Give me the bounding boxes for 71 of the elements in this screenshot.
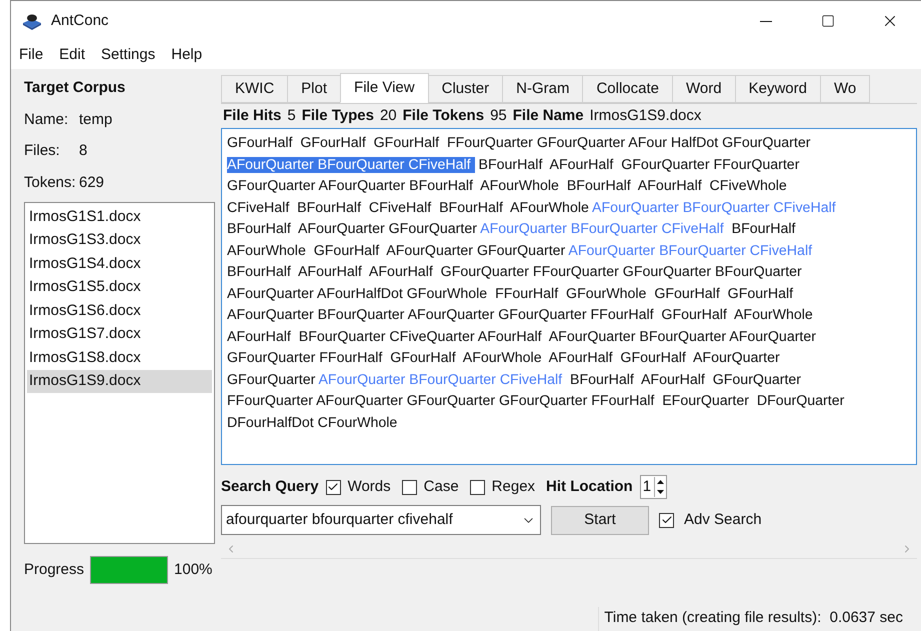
checkbox[interactable] xyxy=(470,480,485,494)
start-button[interactable]: Start xyxy=(551,506,649,534)
tab[interactable]: KWIC xyxy=(221,75,288,103)
file-text-line: FFourQuarter AFourQuarter GFourQuarter GFourQuarter FFourHalf EFourQuarter DFourQuarter xyxy=(227,392,846,411)
file-text-line: AFourQuarter AFourHalfDot GFourWhole FFourHalf GFourWhole GFourHalf GFourHalf xyxy=(227,284,794,304)
tab[interactable]: Cluster xyxy=(428,75,504,103)
tab[interactable]: Wo xyxy=(820,75,870,103)
file-text-line: GFourQuarter AFourQuarter BFourHalf AFourWhole BFourHalf AFourHalf CFiveWhole xyxy=(227,177,788,196)
checkbox[interactable] xyxy=(659,512,674,528)
file-text-line: AFourWhole GFourHalf AFourQuarter GFourQuarter AFourQuarter BFourQuarter CFiveHalf xyxy=(227,242,814,260)
stat-value: 95 xyxy=(490,106,507,126)
field-value: 8 xyxy=(79,141,88,161)
field-value: temp xyxy=(79,110,112,130)
check-icon xyxy=(660,514,672,526)
corpus-heading: Target Corpus xyxy=(24,78,126,98)
check-icon xyxy=(327,481,340,493)
field-label: Files: xyxy=(24,141,61,161)
file-text-line: AFourHalf BFourQuarter CFiveQuarter AFourHalf AFourQuarter BFourQuarter AFourQuarter xyxy=(227,328,817,346)
file-text-line: GFourHalf GFourHalf GFourHalf FFourQuarter GFourQuarter AFour HalfDot GFourQuarter xyxy=(227,134,812,153)
hit-location-label: Hit Location xyxy=(546,476,633,497)
checkbox[interactable] xyxy=(326,480,341,494)
file-list-item[interactable]: IrmosG1S9.docx xyxy=(27,370,212,393)
menu-item[interactable]: Edit xyxy=(59,44,86,66)
file-text-line: CFiveHalf BFourHalf CFiveHalf BFourHalf AFourWhole AFourQuarter BFourQuarter CFiveHalf xyxy=(227,198,837,218)
file-list-item[interactable]: IrmosG1S8.docx xyxy=(27,346,212,370)
stat-value: 5 xyxy=(287,106,296,126)
file-list-item[interactable]: IrmosG1S3.docx xyxy=(27,228,212,252)
file-text-line: BFourHalf AFourHalf AFourHalf GFourQuarter FFourQuarter GFourQuarter BFourQuarter xyxy=(227,263,803,282)
stat-label: File Tokens xyxy=(402,106,484,126)
stat-value: 20 xyxy=(380,106,397,126)
tab[interactable]: Keyword xyxy=(734,75,821,103)
file-text-line: GFourQuarter FFourHalf GFourHalf AFourWhole AFourHalf GFourHalf AFourQuarter xyxy=(227,349,781,368)
stat-label: File Name xyxy=(512,106,584,126)
adv-search-label: Adv Search xyxy=(684,510,762,530)
option-label: Words xyxy=(348,476,391,497)
menu-item[interactable]: Settings xyxy=(101,44,156,66)
tab[interactable]: N-Gram xyxy=(502,75,584,103)
file-text-line: AFourQuarter BFourQuarter AFourQuarter GFourQuarter FFourHalf GFourHalf AFourWhole xyxy=(227,306,814,325)
file-text-line: DFourHalfDot CFourWhole xyxy=(227,414,398,432)
status-text: Time taken (creating file results): 0.0637 sec xyxy=(598,607,917,631)
file-text-line: BFourHalf AFourQuarter GFourQuarter AFourQuarter BFourQuarter CFiveHalf BFourHalf xyxy=(227,220,796,239)
field-label: Tokens: xyxy=(24,172,77,192)
field-label: Name: xyxy=(24,110,70,130)
progress-reading: 100% xyxy=(174,560,212,580)
stat-label: File Hits xyxy=(223,106,282,126)
file-list-item[interactable]: IrmosG1S7.docx xyxy=(27,322,212,346)
file-list-item[interactable]: IrmosG1S5.docx xyxy=(27,276,212,299)
progress-label: Progress xyxy=(24,560,84,580)
tab[interactable]: Collocate xyxy=(582,75,674,103)
stat-value: IrmosG1S9.docx xyxy=(590,106,702,126)
tab[interactable]: Plot xyxy=(287,75,342,103)
minimize-icon xyxy=(760,20,772,22)
maximize-icon xyxy=(821,14,835,28)
option-label: Regex xyxy=(492,476,536,497)
option-label: Case xyxy=(424,476,459,497)
query-combo[interactable]: afourquarter bfourquarter cfivehalf xyxy=(221,505,541,535)
file-text-line: AFourQuarter BFourQuarter CFiveHalf BFourHalf AFourHalf GFourQuarter FFourQuarter xyxy=(227,156,800,174)
window-title: AntConc xyxy=(51,10,109,31)
field-value: 629 xyxy=(79,172,104,192)
file-list-item[interactable]: IrmosG1S1.docx xyxy=(27,205,212,228)
tab[interactable]: Word xyxy=(672,75,736,103)
file-list-item[interactable]: IrmosG1S6.docx xyxy=(27,299,212,322)
tab[interactable]: File View xyxy=(340,73,429,103)
menu-item[interactable]: Help xyxy=(171,44,202,66)
checkbox[interactable] xyxy=(402,480,417,494)
menu-item[interactable]: File xyxy=(19,44,44,66)
file-text-line: GFourQuarter AFourQuarter BFourQuarter CFiveHalf BFourHalf AFourHalf GFourQuarter xyxy=(227,370,802,390)
hit-location-spinner[interactable]: 1 xyxy=(640,475,668,499)
file-list-item[interactable]: IrmosG1S4.docx xyxy=(27,252,212,276)
stat-label: File Types xyxy=(302,106,374,126)
search-query-label: Search Query xyxy=(221,476,319,497)
